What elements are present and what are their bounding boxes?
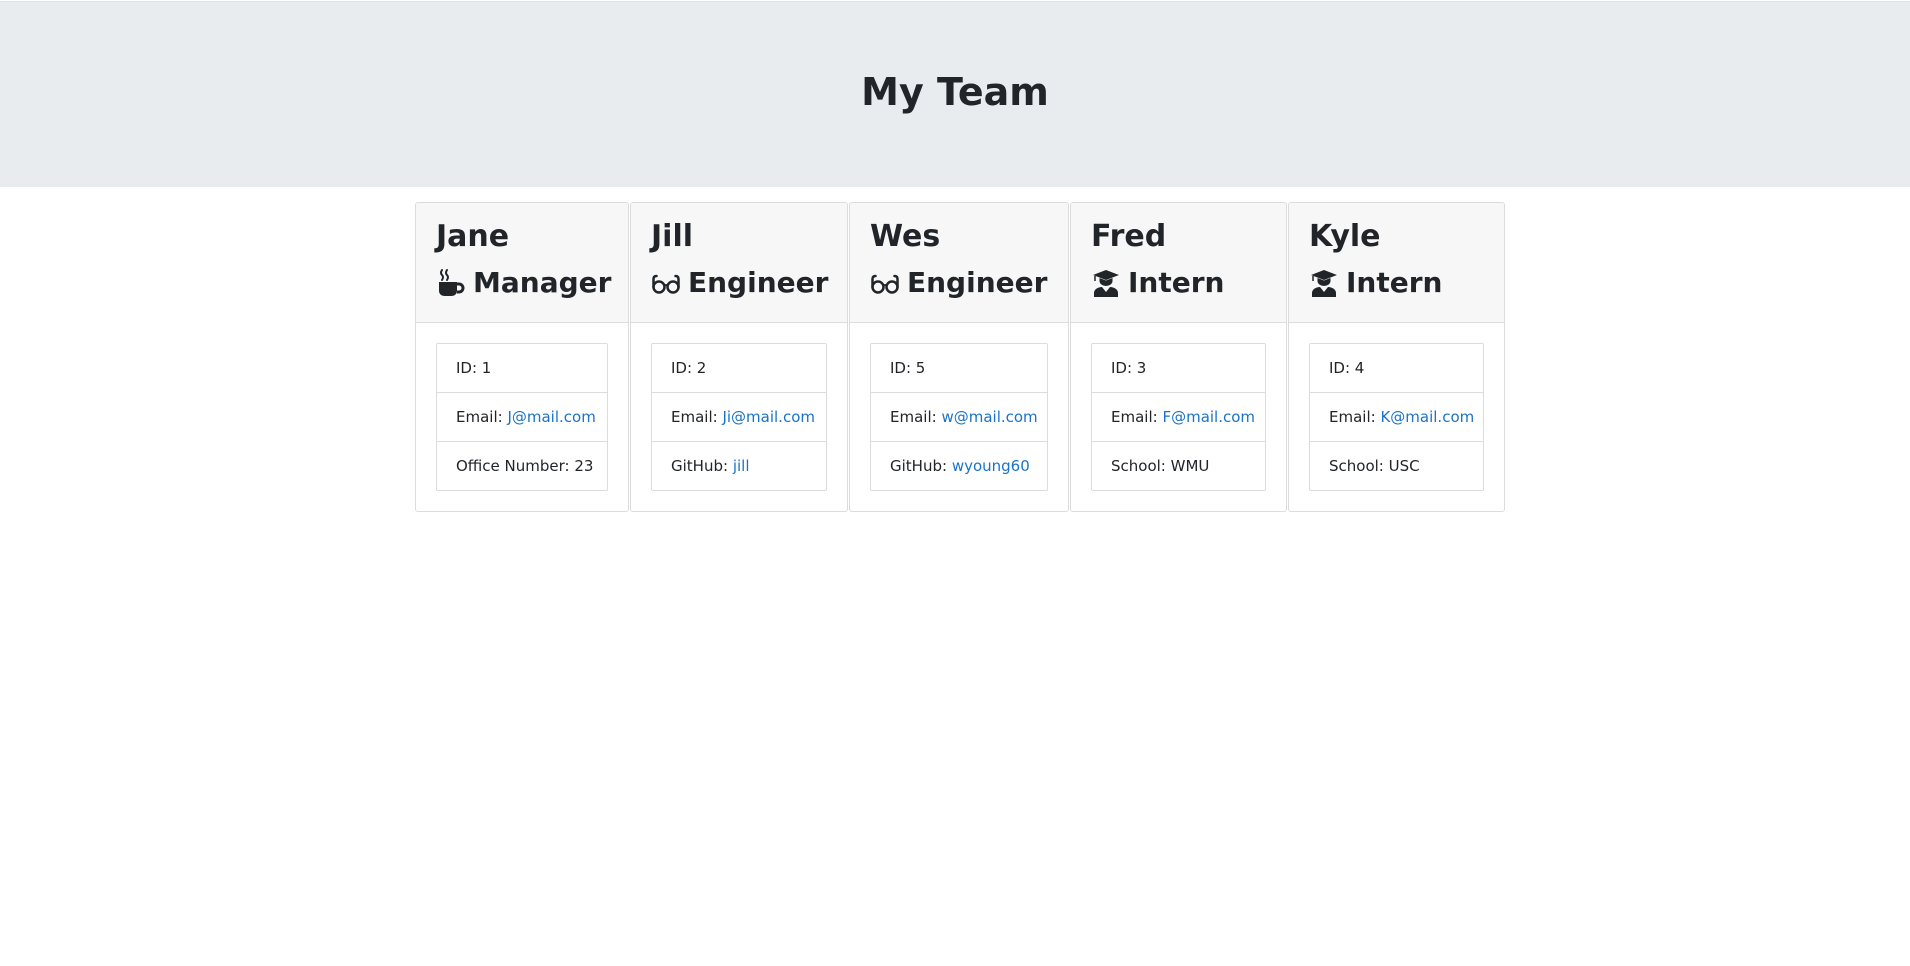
email-item: Email: F@mail.com bbox=[1092, 393, 1265, 442]
id-item: ID: 3 bbox=[1092, 344, 1265, 393]
employee-card: Jane Manager ID: 1 Email: J@mail.com Off… bbox=[415, 202, 629, 512]
employee-name: Wes bbox=[870, 219, 941, 254]
role-label: Intern bbox=[1346, 266, 1443, 299]
role-label: Engineer bbox=[907, 266, 1048, 299]
email-item: Email: J@mail.com bbox=[437, 393, 607, 442]
employee-name: Jill bbox=[651, 219, 694, 254]
page-header: My Team bbox=[0, 1, 1910, 187]
card-header: Kyle Intern bbox=[1289, 203, 1504, 323]
employee-name: Kyle bbox=[1309, 219, 1381, 254]
card-body: ID: 5 Email: w@mail.com GitHub: wyoung60 bbox=[850, 323, 1068, 491]
employee-role: Intern bbox=[1091, 261, 1266, 305]
email-item: Email: Ji@mail.com bbox=[652, 393, 826, 442]
employee-role: Engineer bbox=[651, 261, 829, 305]
email-link[interactable]: F@mail.com bbox=[1162, 408, 1255, 426]
email-label: Email: bbox=[456, 408, 508, 426]
email-link[interactable]: Ji@mail.com bbox=[722, 408, 815, 426]
employee-role: Intern bbox=[1309, 261, 1484, 305]
employee-role: Manager bbox=[436, 261, 612, 305]
card-header: Jane Manager bbox=[416, 203, 628, 323]
email-link[interactable]: w@mail.com bbox=[941, 408, 1037, 426]
github-item: GitHub: jill bbox=[652, 442, 826, 490]
role-label: Manager bbox=[473, 266, 612, 299]
role-label: Intern bbox=[1128, 266, 1225, 299]
page-title: My Team bbox=[861, 70, 1049, 114]
github-label: GitHub: bbox=[671, 457, 733, 475]
role-label: Engineer bbox=[688, 266, 829, 299]
card-body: ID: 3 Email: F@mail.com School: WMU bbox=[1071, 323, 1286, 491]
email-item: Email: w@mail.com bbox=[871, 393, 1047, 442]
card-body: ID: 2 Email: Ji@mail.com GitHub: jill bbox=[631, 323, 847, 491]
id-item: ID: 1 bbox=[437, 344, 607, 393]
github-item: GitHub: wyoung60 bbox=[871, 442, 1047, 490]
email-item: Email: K@mail.com bbox=[1310, 393, 1483, 442]
employee-card: Fred Intern ID: 3 Email: F@mail.com Scho… bbox=[1070, 202, 1287, 512]
info-list: ID: 5 Email: w@mail.com GitHub: wyoung60 bbox=[870, 343, 1048, 491]
office-number-item: Office Number: 23 bbox=[456, 457, 594, 475]
team-cards: Jane Manager ID: 1 Email: J@mail.com Off… bbox=[415, 202, 1506, 512]
employee-name: Jane bbox=[436, 219, 510, 254]
school-item: School: WMU bbox=[1111, 457, 1210, 475]
employee-card: Jill Engineer ID: 2 Email: Ji@mail.com G… bbox=[630, 202, 848, 512]
email-link[interactable]: J@mail.com bbox=[507, 408, 595, 426]
info-list: ID: 2 Email: Ji@mail.com GitHub: jill bbox=[651, 343, 827, 491]
coffee-mug-icon bbox=[436, 268, 466, 298]
info-list: ID: 3 Email: F@mail.com School: WMU bbox=[1091, 343, 1266, 491]
card-header: Wes Engineer bbox=[850, 203, 1068, 323]
id-item: ID: 4 bbox=[1310, 344, 1483, 393]
github-label: GitHub: bbox=[890, 457, 952, 475]
employee-card: Kyle Intern ID: 4 Email: K@mail.com Scho… bbox=[1288, 202, 1505, 512]
email-label: Email: bbox=[671, 408, 723, 426]
github-link[interactable]: jill bbox=[733, 457, 750, 475]
info-list: ID: 4 Email: K@mail.com School: USC bbox=[1309, 343, 1484, 491]
card-header: Jill Engineer bbox=[631, 203, 847, 323]
card-body: ID: 4 Email: K@mail.com School: USC bbox=[1289, 323, 1504, 491]
email-link[interactable]: K@mail.com bbox=[1380, 408, 1474, 426]
info-list: ID: 1 Email: J@mail.com Office Number: 2… bbox=[436, 343, 608, 491]
id-item: ID: 5 bbox=[871, 344, 1047, 393]
email-label: Email: bbox=[890, 408, 942, 426]
glasses-icon bbox=[651, 268, 681, 298]
graduate-icon bbox=[1309, 268, 1339, 298]
employee-name: Fred bbox=[1091, 219, 1167, 254]
card-header: Fred Intern bbox=[1071, 203, 1286, 323]
school-item: School: USC bbox=[1329, 457, 1420, 475]
employee-card: Wes Engineer ID: 5 Email: w@mail.com Git… bbox=[849, 202, 1069, 512]
graduate-icon bbox=[1091, 268, 1121, 298]
id-item: ID: 2 bbox=[652, 344, 826, 393]
card-body: ID: 1 Email: J@mail.com Office Number: 2… bbox=[416, 323, 628, 491]
email-label: Email: bbox=[1329, 408, 1381, 426]
github-link[interactable]: wyoung60 bbox=[952, 457, 1030, 475]
employee-role: Engineer bbox=[870, 261, 1048, 305]
email-label: Email: bbox=[1111, 408, 1163, 426]
glasses-icon bbox=[870, 268, 900, 298]
